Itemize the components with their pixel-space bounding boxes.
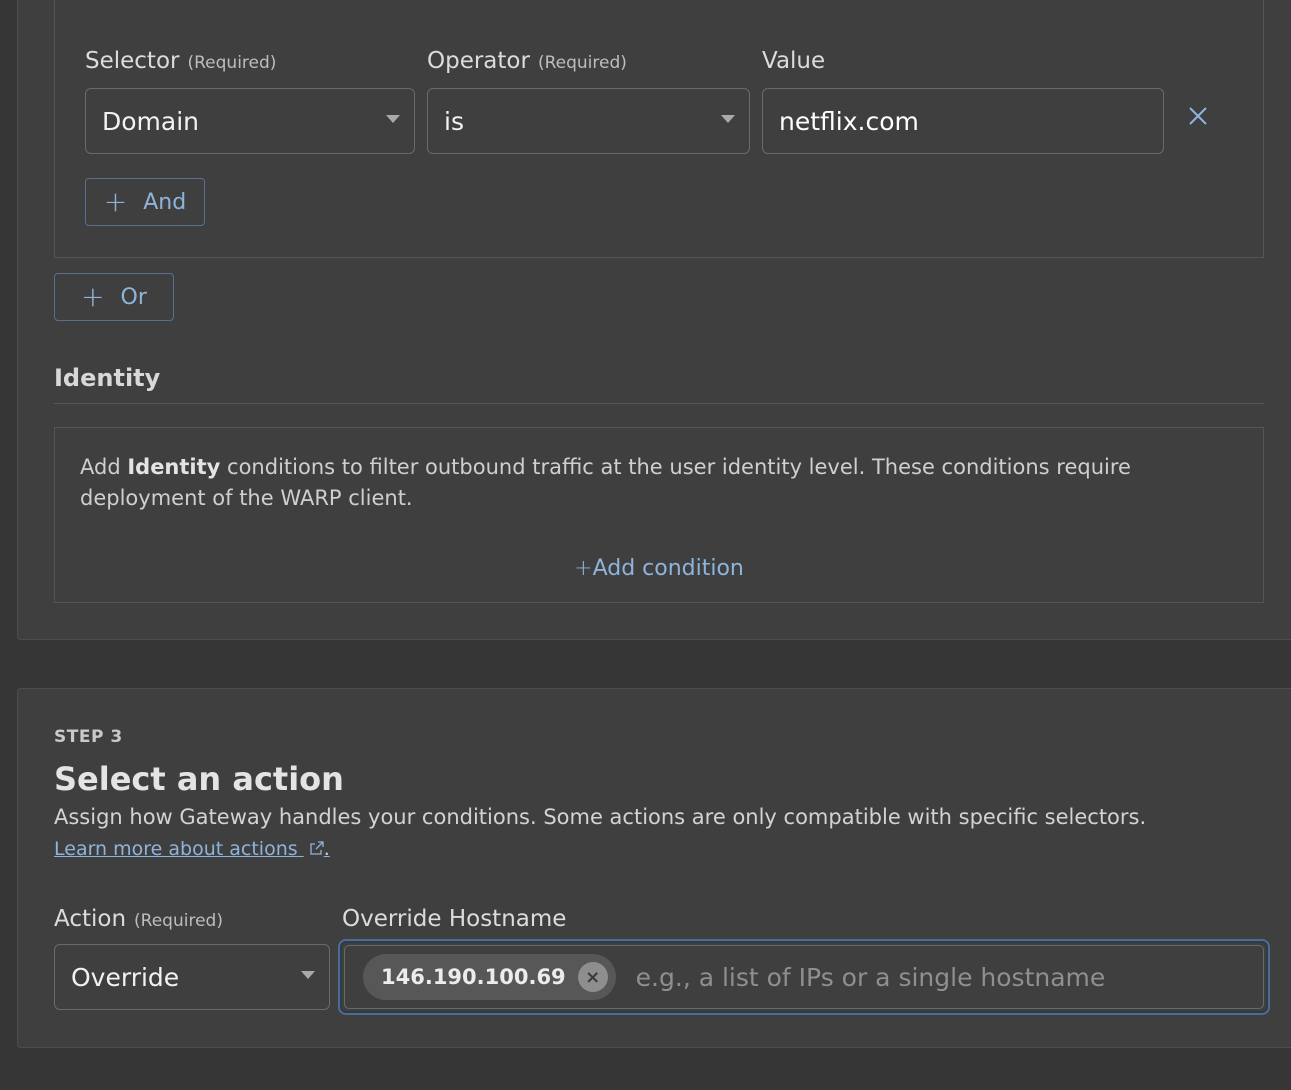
chevron-down-icon — [301, 971, 315, 979]
override-hostname-label: Override Hostname — [342, 906, 567, 932]
identity-description: Add Identity conditions to filter outbou… — [80, 455, 1131, 510]
identity-box: Add Identity conditions to filter outbou… — [54, 427, 1264, 603]
hostname-chip: 146.190.100.69 × — [363, 954, 616, 1000]
plus-icon: + — [103, 185, 128, 218]
remove-chip-icon[interactable]: × — [577, 962, 608, 992]
selector-required: (Required) — [187, 53, 277, 73]
add-or-button[interactable]: + Or — [54, 273, 174, 321]
identity-title: Identity — [54, 364, 161, 392]
add-condition-link[interactable]: +Add condition — [55, 556, 1263, 581]
divider — [54, 403, 1264, 404]
action-select-value: Override — [71, 962, 180, 992]
operator-label: Operator (Required) — [427, 48, 627, 74]
learn-more-label: Learn more about actions — [54, 838, 298, 860]
step-label: STEP 3 — [54, 727, 123, 747]
action-label: Action (Required) — [54, 906, 223, 932]
remove-condition-button[interactable] — [1186, 104, 1210, 128]
add-condition-label: Add condition — [592, 556, 744, 581]
step-description: Assign how Gateway handles your conditio… — [54, 805, 1147, 829]
operator-select[interactable]: is — [427, 88, 750, 154]
selector-label: Selector (Required) — [85, 48, 277, 74]
selector-select-value: Domain — [102, 106, 200, 136]
override-hostname-field[interactable]: 146.190.100.69 × — [338, 939, 1270, 1015]
step-title: Select an action — [54, 760, 344, 798]
selector-select[interactable]: Domain — [85, 88, 415, 154]
override-hostname-inner: 146.190.100.69 × — [344, 945, 1264, 1009]
chevron-down-icon — [721, 115, 735, 123]
condition-group: Selector (Required) Operator (Required) Va… — [54, 0, 1264, 258]
action-select[interactable]: Override — [54, 944, 330, 1010]
chevron-down-icon — [386, 115, 400, 123]
action-required: (Required) — [134, 911, 223, 931]
plus-icon: + — [81, 280, 105, 313]
add-or-label: Or — [120, 284, 147, 310]
plus-icon: + — [574, 556, 593, 581]
operator-required: (Required) — [537, 53, 627, 73]
hostname-chip-value: 146.190.100.69 — [381, 965, 566, 989]
close-icon — [1189, 107, 1207, 125]
add-and-button[interactable]: + And — [85, 178, 205, 226]
value-input[interactable]: netflix.com — [762, 88, 1164, 154]
value-label: Value — [762, 48, 826, 74]
operator-select-value: is — [444, 106, 464, 136]
override-hostname-input[interactable] — [633, 961, 1263, 993]
add-and-label: And — [143, 189, 187, 215]
value-input-text: netflix.com — [779, 106, 919, 136]
external-link-icon — [310, 841, 324, 855]
learn-more-link[interactable]: Learn more about actions . — [54, 838, 330, 860]
